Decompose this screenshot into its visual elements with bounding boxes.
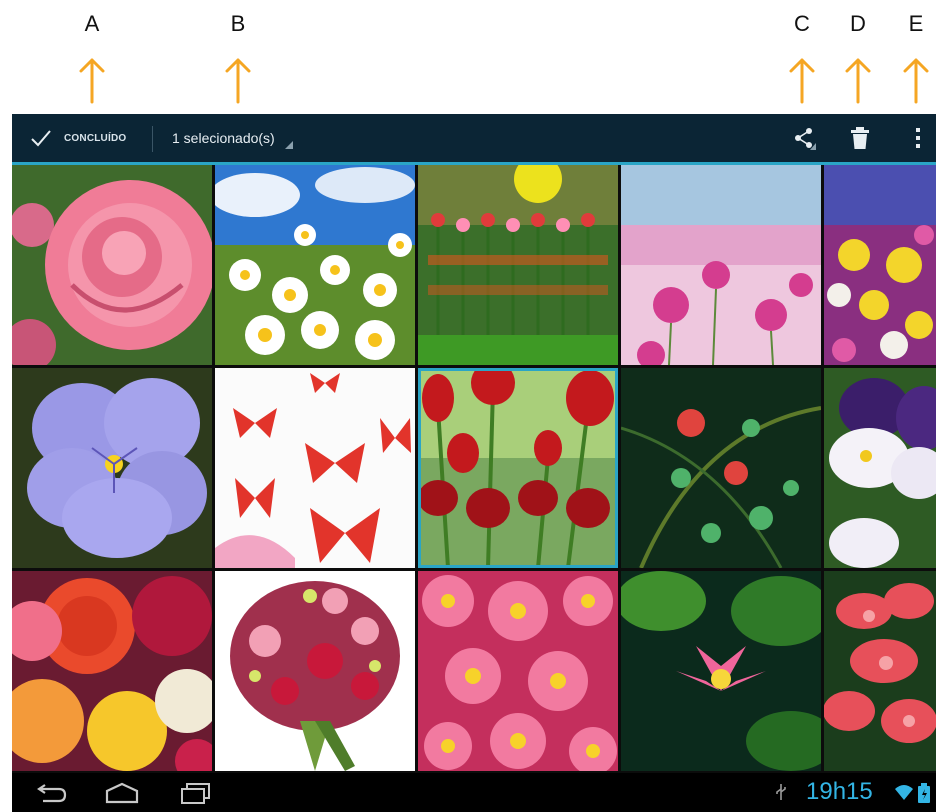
photo-thumbnail-colorful-roses[interactable] [12, 571, 212, 771]
back-icon [37, 783, 67, 802]
photo-thumbnail-flower-bouquet[interactable] [215, 571, 415, 771]
annotation-a: A [72, 0, 112, 104]
photo-thumbnail-red-butterflies-pattern[interactable] [215, 368, 415, 568]
annotation-d: D [838, 0, 878, 104]
bouquet-image [215, 571, 415, 771]
photo-thumbnail-pink-cosmos-field[interactable] [621, 165, 821, 365]
dropdown-triangle-icon [284, 141, 293, 149]
battery-icon [918, 783, 930, 803]
system-navigation-bar: 19h15 [12, 773, 936, 812]
annotation-letter: C [794, 11, 810, 36]
up-arrow-icon [789, 58, 815, 104]
annotation-e: E [896, 0, 936, 104]
heart-flowers-image [418, 165, 618, 365]
home-icon [105, 782, 139, 803]
purple-pansy-image [12, 368, 212, 568]
butterflies-image [215, 368, 415, 568]
check-icon [31, 130, 51, 147]
photo-thumbnail-white-daisies-sky[interactable] [215, 165, 415, 365]
pansies-image [824, 368, 936, 568]
wifi-icon [895, 785, 913, 800]
usb-icon [776, 784, 786, 800]
flowerbed-image [824, 165, 936, 365]
photo-thumbnail-purple-pansy[interactable] [12, 368, 212, 568]
status-clock: 19h15 [806, 778, 873, 805]
annotation-letter: D [850, 11, 866, 36]
trash-icon [851, 127, 869, 149]
annotation-c: C [782, 0, 822, 104]
overflow-menu-icon [916, 128, 920, 148]
up-arrow-icon [903, 58, 929, 104]
photo-thumbnail-pink-rose[interactable] [12, 165, 212, 365]
annotation-letter: E [908, 11, 924, 36]
recent-apps-icon [181, 782, 210, 804]
recent-apps-button[interactable] [166, 773, 226, 812]
plumeria-image [824, 571, 936, 771]
done-label: CONCLUÍDO [64, 132, 127, 144]
up-arrow-icon [845, 58, 871, 104]
annotation-strip: A B C D E [0, 0, 936, 114]
photo-thumbnail-pink-gerbera-daisies[interactable] [418, 571, 618, 771]
photo-thumbnail-multicolor-flowerbed[interactable] [824, 165, 936, 365]
water-lily-image [621, 571, 821, 771]
photo-thumbnail-purple-white-pansies[interactable] [824, 368, 936, 568]
back-button[interactable] [20, 773, 80, 812]
home-button[interactable] [92, 773, 152, 812]
overflow-menu-button[interactable] [896, 114, 936, 162]
pink-cosmos-image [621, 165, 821, 365]
annotation-letter: A [84, 11, 100, 36]
share-icon [795, 128, 816, 150]
photo-thumbnail-red-flowers-green-fractal[interactable] [621, 368, 821, 568]
photo-grid [12, 165, 936, 773]
tablet-screen: CONCLUÍDO 1 selecionado(s) 19h15 [12, 114, 936, 812]
annotation-b: B [218, 0, 258, 104]
delete-button[interactable] [838, 114, 882, 162]
photo-thumbnail-pink-water-lily[interactable] [621, 571, 821, 771]
done-button[interactable]: CONCLUÍDO [12, 114, 152, 162]
actionbar-divider [152, 126, 153, 152]
gerbera-image [418, 571, 618, 771]
annotation-letter: B [230, 11, 246, 36]
up-arrow-icon [79, 58, 105, 104]
white-daisies-image [215, 165, 415, 365]
up-arrow-icon [225, 58, 251, 104]
red-tulips-image [418, 368, 618, 568]
colorful-roses-image [12, 571, 212, 771]
photo-thumbnail-heart-flower-field[interactable] [418, 165, 618, 365]
photo-thumbnail-red-tulips[interactable] [418, 368, 618, 568]
contextual-action-bar: CONCLUÍDO 1 selecionado(s) [12, 114, 936, 162]
selection-dropdown[interactable]: 1 selecionado(s) [162, 114, 332, 162]
share-button[interactable] [782, 114, 826, 162]
fractal-flowers-image [621, 368, 821, 568]
selection-count-label: 1 selecionado(s) [172, 130, 275, 146]
photo-thumbnail-red-plumeria[interactable] [824, 571, 936, 771]
pink-rose-image [12, 165, 212, 365]
